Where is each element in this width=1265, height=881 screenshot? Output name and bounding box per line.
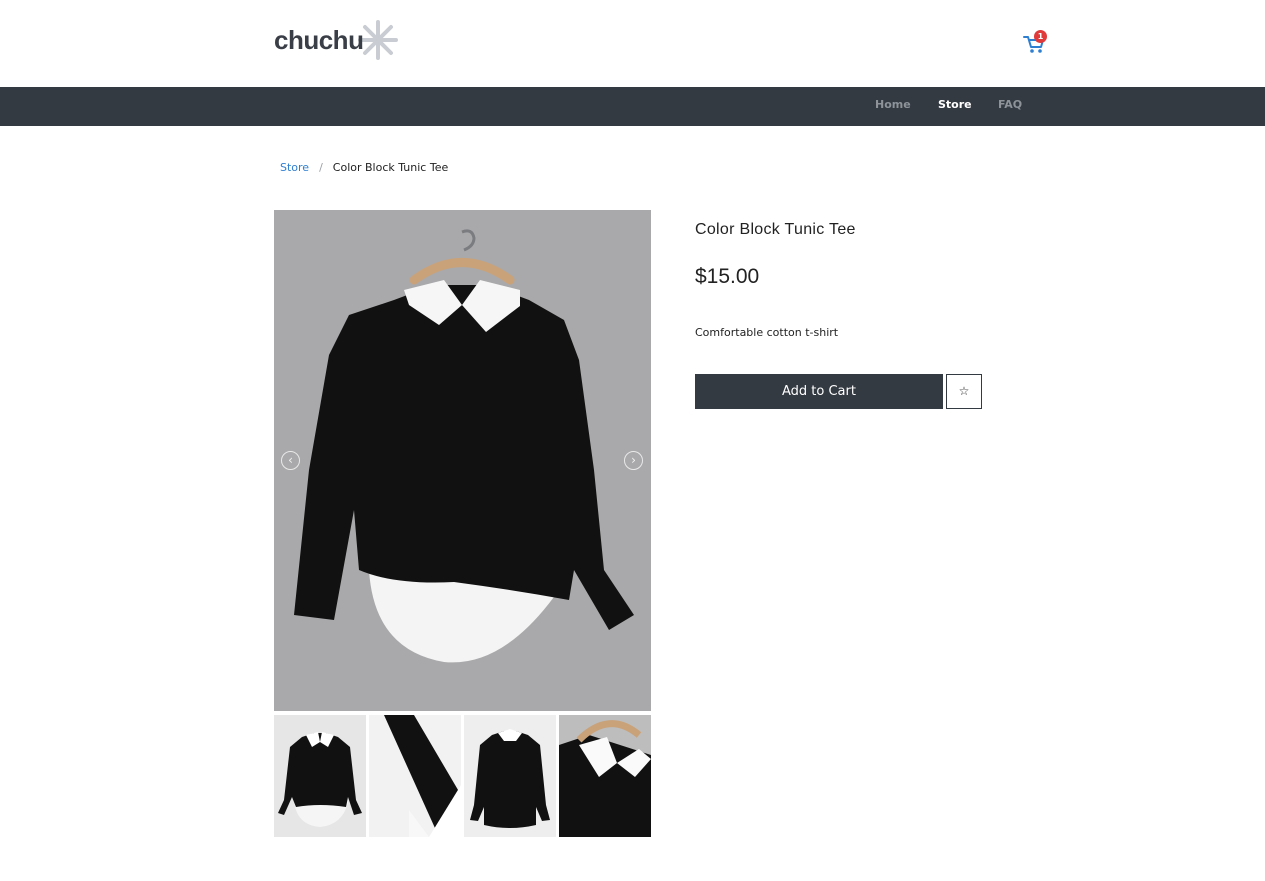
brand-name: chuchu xyxy=(274,24,364,55)
gallery-prev-arrow[interactable]: ‹ xyxy=(281,451,300,470)
snowflake-logo-icon xyxy=(358,20,398,60)
favorite-star-icon[interactable]: ☆ xyxy=(946,374,982,409)
thumbnail-sleeve-detail[interactable] xyxy=(369,715,461,837)
breadcrumb-separator: / xyxy=(319,161,323,174)
product-title: Color Block Tunic Tee xyxy=(695,221,856,238)
breadcrumb: Store / Color Block Tunic Tee xyxy=(280,161,448,174)
main-navbar: Home Store FAQ xyxy=(0,87,1265,126)
product-description: Comfortable cotton t-shirt xyxy=(695,326,839,339)
add-to-cart-button[interactable]: Add to Cart xyxy=(695,374,943,409)
thumbnail-front-view[interactable] xyxy=(274,715,366,837)
breadcrumb-store-link[interactable]: Store xyxy=(280,161,309,174)
product-price: $15.00 xyxy=(695,265,760,288)
nav-item-faq[interactable]: FAQ xyxy=(998,87,1022,126)
product-main-image xyxy=(274,210,651,711)
brand-logo[interactable]: chuchu xyxy=(274,20,398,60)
thumbnail-back-view[interactable] xyxy=(464,715,556,837)
shirt-image-front xyxy=(274,210,651,711)
gallery-next-arrow[interactable]: › xyxy=(624,451,643,470)
site-header: chuchu 1 xyxy=(0,0,1265,87)
nav-item-home[interactable]: Home xyxy=(875,87,911,126)
nav-item-store[interactable]: Store xyxy=(938,87,972,126)
breadcrumb-current: Color Block Tunic Tee xyxy=(332,161,449,174)
thumbnail-collar-detail[interactable] xyxy=(559,715,651,837)
cart-count-badge: 1 xyxy=(1034,30,1047,43)
